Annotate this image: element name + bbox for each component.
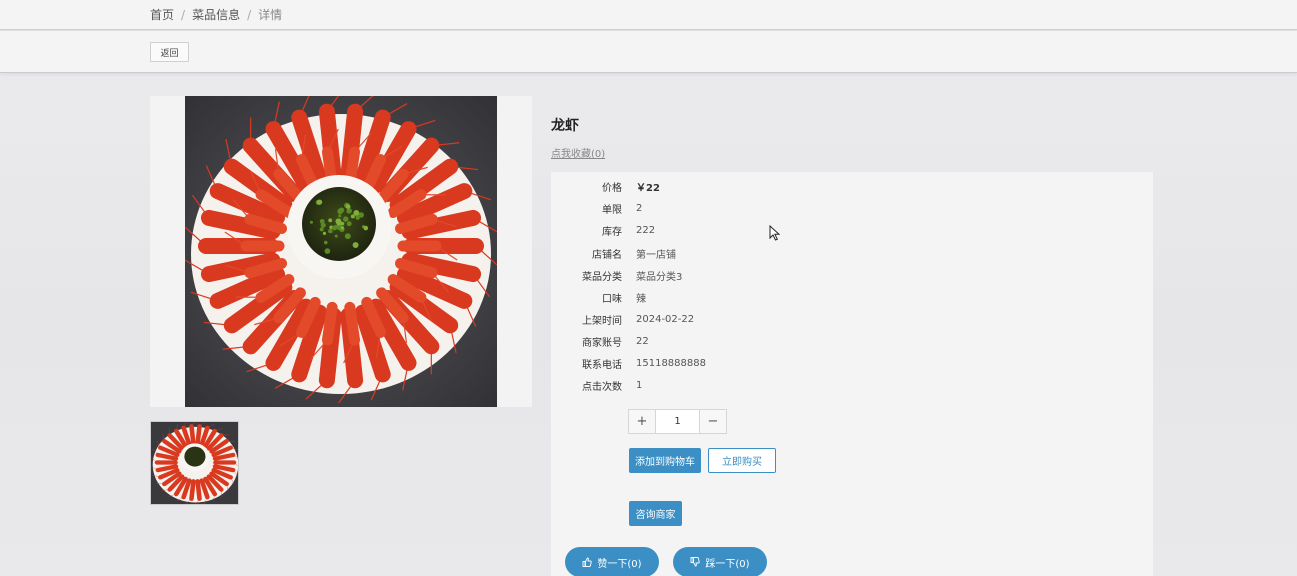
detail-row-price: 价格 ￥22 [551,177,851,195]
detail-row-phone: 联系电话 15118888888 [551,354,851,372]
breadcrumb-separator: / [181,8,185,22]
detail-label: 店铺名 [551,246,622,261]
detail-value: 第一店铺 [636,246,676,261]
detail-row-listed-date: 上架时间 2024-02-22 [551,310,851,328]
breadcrumb-current: 详情 [258,6,282,23]
detail-label: 价格 [551,179,622,194]
quantity-input[interactable]: 1 [656,410,699,433]
main-image-container [150,96,532,407]
detail-value: 22 [636,336,649,347]
detail-label: 商家账号 [551,334,622,349]
detail-label: 上架时间 [551,312,622,327]
action-bar: 返回 [0,31,1297,73]
detail-row-merchant-account: 商家账号 22 [551,332,851,350]
detail-value: 222 [636,225,655,236]
crayfish-plate-image [185,96,497,407]
detail-value: 菜品分类3 [636,268,682,283]
contact-merchant-button[interactable]: 咨询商家 [629,501,682,526]
detail-label: 单限 [551,201,622,216]
detail-label: 点击次数 [551,378,622,393]
top-bar: 首页 / 菜品信息 / 详情 [0,0,1297,30]
favorite-link[interactable]: 点我收藏(0) [551,145,605,160]
breadcrumb-dish-info[interactable]: 菜品信息 [192,6,240,23]
dislike-label: 踩一下(0) [705,555,749,570]
product-title: 龙虾 [551,115,579,135]
detail-value: 2 [636,203,642,214]
quantity-minus-button[interactable]: − [699,410,726,433]
product-thumbnail[interactable] [150,421,239,505]
add-to-cart-button[interactable]: 添加到购物车 [629,448,701,473]
quantity-stepper: + 1 − [628,409,727,434]
like-button[interactable]: 赞一下(0) [565,547,659,576]
detail-label: 库存 [551,223,622,238]
detail-value: 2024-02-22 [636,314,694,325]
breadcrumb: 首页 / 菜品信息 / 详情 [150,6,282,23]
detail-label: 菜品分类 [551,268,622,283]
detail-row-category: 菜品分类 菜品分类3 [551,266,851,284]
detail-value: 15118888888 [636,358,706,369]
detail-row-limit: 单限 2 [551,199,851,217]
detail-row-clicks: 点击次数 1 [551,376,851,394]
detail-label: 联系电话 [551,356,622,371]
thumbs-down-icon [690,557,700,567]
thumbs-up-icon [582,557,592,567]
detail-value: ￥22 [636,179,660,194]
quantity-plus-button[interactable]: + [629,410,656,433]
detail-value: 辣 [636,290,646,305]
mouse-cursor-icon [769,225,780,244]
detail-value: 1 [636,380,642,391]
detail-row-stock: 库存 222 [551,221,851,239]
breadcrumb-home[interactable]: 首页 [150,6,174,23]
crayfish-thumbnail-image [151,422,239,505]
buy-now-button[interactable]: 立即购买 [708,448,776,473]
detail-label: 口味 [551,290,622,305]
back-button[interactable]: 返回 [150,42,189,62]
product-info-panel: 价格 ￥22 单限 2 库存 222 店铺名 第一店铺 菜品分类 菜品分类3 口… [551,172,1153,576]
detail-row-store: 店铺名 第一店铺 [551,244,851,262]
breadcrumb-separator: / [247,8,251,22]
product-main-image [185,96,497,407]
detail-row-flavor: 口味 辣 [551,288,851,306]
dislike-button[interactable]: 踩一下(0) [673,547,767,576]
like-label: 赞一下(0) [597,555,641,570]
